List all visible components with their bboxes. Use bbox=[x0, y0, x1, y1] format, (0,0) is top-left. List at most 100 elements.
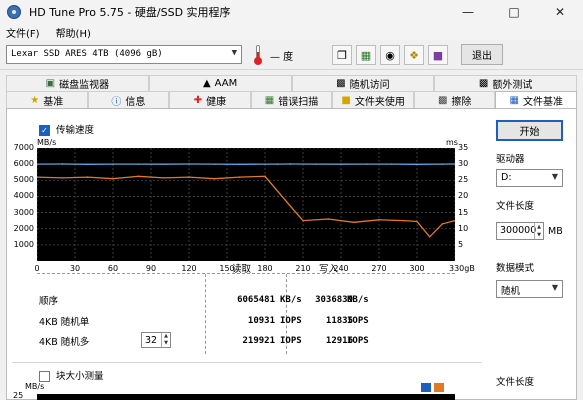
tab-label: 随机访问 bbox=[349, 80, 390, 91]
read-value: 219921 bbox=[242, 336, 275, 346]
chevron-down-icon: ▼ bbox=[231, 48, 237, 58]
erase-icon: ▩ bbox=[437, 94, 448, 106]
data-point bbox=[441, 163, 444, 165]
camera-icon: ◉ bbox=[385, 48, 395, 62]
options-button[interactable]: ❖ bbox=[404, 45, 424, 65]
write-unit: IOPS bbox=[347, 336, 369, 346]
data-point bbox=[137, 175, 140, 178]
menu-file[interactable]: 文件(F) bbox=[6, 25, 40, 40]
save-results-button[interactable]: ▦ bbox=[356, 45, 376, 65]
row-label: 4KB 随机单 bbox=[39, 317, 90, 328]
file-length-label: 文件长度 bbox=[496, 201, 535, 212]
maximize-button[interactable]: □ bbox=[491, 0, 537, 24]
block-size-checkbox[interactable]: 块大小测量 bbox=[39, 368, 104, 382]
drive-select-value: Lexar SSD ARES 4TB (4096 gB) bbox=[11, 49, 163, 59]
data-point bbox=[264, 163, 266, 165]
start-button[interactable]: 开始 bbox=[496, 120, 563, 141]
window-title: HD Tune Pro 5.75 - 硬盘/SSD 实用程序 bbox=[29, 6, 231, 19]
result-row-4kb-single: 4KB 随机单 10931 IOPS 11835 IOPS bbox=[37, 312, 455, 330]
y-tick-label-right: 25 bbox=[458, 175, 469, 185]
data-point bbox=[238, 176, 241, 178]
data-point bbox=[416, 220, 418, 223]
data-point bbox=[162, 163, 165, 166]
data-point bbox=[112, 163, 114, 165]
data-point bbox=[188, 163, 190, 165]
y-tick-label-right: 30 bbox=[458, 159, 469, 169]
app-icon bbox=[7, 5, 21, 19]
tab-label: 健康 bbox=[206, 96, 227, 108]
close-button[interactable]: ✕ bbox=[537, 0, 583, 24]
file-length-stepper[interactable]: 300000 ▲ ▼ bbox=[496, 222, 544, 240]
tab-file-benchmark[interactable]: ▦ 文件基准 bbox=[495, 91, 578, 108]
row-label: 4KB 随机多 bbox=[39, 337, 90, 348]
tab-erase[interactable]: ▩ 擦除 bbox=[413, 91, 496, 108]
data-point bbox=[289, 205, 292, 207]
benchmark-icon: ★ bbox=[30, 94, 40, 106]
file-length-label-2: 文件长度 bbox=[496, 377, 535, 388]
drive-dropdown[interactable]: D: ▼ bbox=[496, 169, 563, 187]
data-point bbox=[61, 163, 64, 165]
x-tick-label: 30 bbox=[69, 264, 81, 273]
block-size-chart bbox=[37, 394, 455, 400]
save-icon: ▦ bbox=[360, 48, 372, 62]
y-axis-left-label: MB/s bbox=[37, 138, 57, 147]
stepper-arrows-icon[interactable]: ▲ ▼ bbox=[534, 223, 543, 239]
tab-label: 磁盘监视器 bbox=[59, 80, 110, 91]
drive-select[interactable]: Lexar SSD ARES 4TB (4096 gB) ▼ bbox=[6, 45, 242, 64]
transfer-label: 传输速度 bbox=[56, 125, 95, 136]
transfer-checkbox[interactable]: ✓ 传输速度 bbox=[39, 122, 94, 136]
tab-aam[interactable]: ▲ AAM bbox=[148, 75, 292, 91]
data-point bbox=[86, 176, 89, 178]
data-point bbox=[327, 218, 330, 220]
tabs-row-2: ★ 基准 ⓘ 信息 ✚ 健康 ▦ 错误扫描 ■ 文件夹使用 ▩ 擦除 ▦ 文件基准 bbox=[6, 91, 578, 108]
queue-depth-stepper[interactable]: 32 ▲ ▼ bbox=[141, 332, 171, 348]
data-point bbox=[289, 163, 292, 165]
y-tick-label-left: 2000 bbox=[13, 223, 34, 233]
data-point bbox=[213, 177, 216, 180]
purple-tool-button[interactable]: ■ bbox=[428, 45, 448, 65]
screenshot-button[interactable]: ◉ bbox=[380, 45, 400, 65]
tab-extra-tests[interactable]: ▩ 额外测试 bbox=[434, 75, 577, 91]
data-point bbox=[314, 163, 317, 165]
block-size-label: 块大小测量 bbox=[56, 371, 104, 382]
tab-info[interactable]: ⓘ 信息 bbox=[87, 91, 170, 108]
tab-random-access[interactable]: ▩ 随机访问 bbox=[291, 75, 435, 91]
write-value: 11835 bbox=[325, 316, 353, 326]
tab-error-scan[interactable]: ▦ 错误扫描 bbox=[250, 91, 333, 108]
tabs-row-1: ▣ 磁盘监视器 ▲ AAM ▩ 随机访问 ▩ 额外测试 bbox=[6, 75, 577, 91]
tab-label: 擦除 bbox=[451, 96, 472, 108]
extra-tests-icon: ▩ bbox=[478, 78, 489, 89]
purple-tool-icon: ■ bbox=[432, 48, 444, 62]
result-row-sequential: 顺序 6065481 KB/s 3036839 KB/s bbox=[37, 291, 455, 309]
series-line-write bbox=[37, 175, 455, 238]
random-access-icon: ▩ bbox=[336, 78, 346, 89]
tab-disk-monitor[interactable]: ▣ 磁盘监视器 bbox=[6, 75, 149, 91]
copy-info-button[interactable]: ❐ bbox=[332, 45, 352, 65]
data-point bbox=[416, 163, 418, 166]
tab-folder-usage[interactable]: ■ 文件夹使用 bbox=[332, 91, 414, 108]
write-unit: KB/s bbox=[347, 295, 369, 305]
data-point bbox=[238, 163, 241, 166]
window-controls: — □ ✕ bbox=[445, 0, 583, 24]
block-chart-ymax: 25 bbox=[13, 391, 24, 400]
y-tick-label-left: 5000 bbox=[13, 175, 34, 185]
y-axis-right-label: ms bbox=[446, 138, 458, 147]
tab-label: 信息 bbox=[125, 96, 146, 108]
menu-help[interactable]: 帮助(H) bbox=[56, 25, 91, 40]
folder-icon: ■ bbox=[341, 94, 351, 106]
data-mode-value: 随机 bbox=[501, 286, 521, 297]
tab-health[interactable]: ✚ 健康 bbox=[169, 91, 251, 108]
minimize-button[interactable]: — bbox=[445, 0, 491, 24]
write-unit: IOPS bbox=[347, 316, 369, 326]
data-mode-label: 数据模式 bbox=[496, 263, 535, 274]
y-tick-label-left: 3000 bbox=[13, 207, 34, 217]
legend-icon bbox=[421, 383, 447, 393]
tab-benchmark[interactable]: ★ 基准 bbox=[6, 91, 88, 108]
row-label: 顺序 bbox=[39, 296, 59, 307]
stepper-arrows-icon[interactable]: ▲ ▼ bbox=[161, 333, 170, 347]
y-tick-label-left: 1000 bbox=[13, 239, 34, 249]
x-tick-label: 0 bbox=[34, 264, 40, 273]
exit-button[interactable]: 退出 bbox=[461, 44, 503, 65]
tab-label: 文件基准 bbox=[522, 96, 563, 108]
data-mode-dropdown[interactable]: 随机 ▼ bbox=[496, 280, 563, 298]
